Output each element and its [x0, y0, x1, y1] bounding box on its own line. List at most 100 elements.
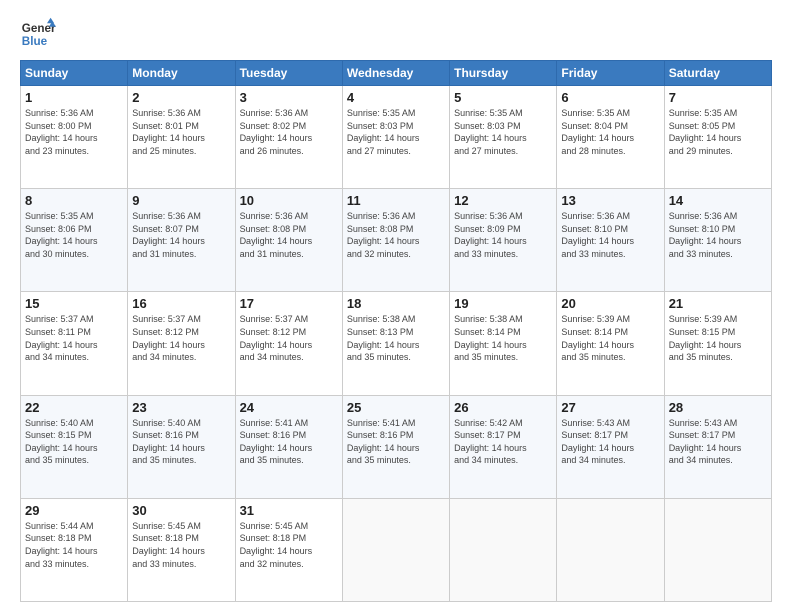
- day-cell: 28Sunrise: 5:43 AM Sunset: 8:17 PM Dayli…: [664, 395, 771, 498]
- day-cell: 18 Sunrise: 5:38 AM Sunset: 8:13 PM Dayli…: [342, 292, 449, 395]
- day-number: 13: [561, 193, 659, 208]
- day-info: Sunrise: 5:39 AM Sunset: 8:15 PM Dayligh…: [669, 313, 767, 363]
- day-cell: 15Sunrise: 5:37 AM Sunset: 8:11 PM Dayli…: [21, 292, 128, 395]
- day-number: 24: [240, 400, 338, 415]
- day-info: Sunrise: 5:45 AM Sunset: 8:18 PM Dayligh…: [132, 520, 230, 570]
- day-number: 17: [240, 296, 338, 311]
- day-number: 7: [669, 90, 767, 105]
- day-cell: 3 Sunrise: 5:36 AM Sunset: 8:02 PM Daylig…: [235, 86, 342, 189]
- day-cell: 14Sunrise: 5:36 AM Sunset: 8:10 PM Dayli…: [664, 189, 771, 292]
- day-info: Sunrise: 5:35 AM Sunset: 8:05 PM Dayligh…: [669, 107, 767, 157]
- day-info: Sunrise: 5:37 AM Sunset: 8:12 PM Dayligh…: [240, 313, 338, 363]
- day-info: Sunrise: 5:38 AM Sunset: 8:13 PM Dayligh…: [347, 313, 445, 363]
- day-number: 4: [347, 90, 445, 105]
- week-row-3: 15Sunrise: 5:37 AM Sunset: 8:11 PM Dayli…: [21, 292, 772, 395]
- day-number: 27: [561, 400, 659, 415]
- day-number: 23: [132, 400, 230, 415]
- week-row-1: 1 Sunrise: 5:36 AM Sunset: 8:00 PM Daylig…: [21, 86, 772, 189]
- header-cell-sunday: Sunday: [21, 61, 128, 86]
- day-number: 6: [561, 90, 659, 105]
- day-info: Sunrise: 5:39 AM Sunset: 8:14 PM Dayligh…: [561, 313, 659, 363]
- day-info: Sunrise: 5:41 AM Sunset: 8:16 PM Dayligh…: [240, 417, 338, 467]
- day-number: 28: [669, 400, 767, 415]
- day-info: Sunrise: 5:40 AM Sunset: 8:16 PM Dayligh…: [132, 417, 230, 467]
- day-info: Sunrise: 5:36 AM Sunset: 8:10 PM Dayligh…: [561, 210, 659, 260]
- day-info: Sunrise: 5:37 AM Sunset: 8:11 PM Dayligh…: [25, 313, 123, 363]
- day-number: 11: [347, 193, 445, 208]
- day-number: 22: [25, 400, 123, 415]
- day-info: Sunrise: 5:36 AM Sunset: 8:00 PM Dayligh…: [25, 107, 123, 157]
- day-info: Sunrise: 5:43 AM Sunset: 8:17 PM Dayligh…: [561, 417, 659, 467]
- day-cell: 19 Sunrise: 5:38 AM Sunset: 8:14 PM Dayli…: [450, 292, 557, 395]
- week-row-5: 29 Sunrise: 5:44 AM Sunset: 8:18 PM Dayli…: [21, 498, 772, 601]
- day-cell: 10 Sunrise: 5:36 AM Sunset: 8:08 PM Dayli…: [235, 189, 342, 292]
- day-info: Sunrise: 5:36 AM Sunset: 8:02 PM Dayligh…: [240, 107, 338, 157]
- day-cell: [450, 498, 557, 601]
- day-info: Sunrise: 5:38 AM Sunset: 8:14 PM Dayligh…: [454, 313, 552, 363]
- day-cell: 11Sunrise: 5:36 AM Sunset: 8:08 PM Dayli…: [342, 189, 449, 292]
- day-cell: 1 Sunrise: 5:36 AM Sunset: 8:00 PM Daylig…: [21, 86, 128, 189]
- day-cell: 31 Sunrise: 5:45 AM Sunset: 8:18 PM Dayli…: [235, 498, 342, 601]
- day-number: 9: [132, 193, 230, 208]
- day-cell: 8Sunrise: 5:35 AM Sunset: 8:06 PM Daylig…: [21, 189, 128, 292]
- day-cell: 6 Sunrise: 5:35 AM Sunset: 8:04 PM Daylig…: [557, 86, 664, 189]
- logo-icon: General Blue: [20, 16, 56, 52]
- day-number: 3: [240, 90, 338, 105]
- day-number: 1: [25, 90, 123, 105]
- day-info: Sunrise: 5:45 AM Sunset: 8:18 PM Dayligh…: [240, 520, 338, 570]
- day-info: Sunrise: 5:35 AM Sunset: 8:03 PM Dayligh…: [347, 107, 445, 157]
- calendar-header: SundayMondayTuesdayWednesdayThursdayFrid…: [21, 61, 772, 86]
- day-cell: 20 Sunrise: 5:39 AM Sunset: 8:14 PM Dayli…: [557, 292, 664, 395]
- day-info: Sunrise: 5:36 AM Sunset: 8:07 PM Dayligh…: [132, 210, 230, 260]
- day-number: 18: [347, 296, 445, 311]
- day-cell: [342, 498, 449, 601]
- day-cell: 2Sunrise: 5:36 AM Sunset: 8:01 PM Daylig…: [128, 86, 235, 189]
- header-row: SundayMondayTuesdayWednesdayThursdayFrid…: [21, 61, 772, 86]
- day-cell: 26 Sunrise: 5:42 AM Sunset: 8:17 PM Dayli…: [450, 395, 557, 498]
- day-number: 29: [25, 503, 123, 518]
- header-cell-saturday: Saturday: [664, 61, 771, 86]
- day-info: Sunrise: 5:41 AM Sunset: 8:16 PM Dayligh…: [347, 417, 445, 467]
- day-info: Sunrise: 5:44 AM Sunset: 8:18 PM Dayligh…: [25, 520, 123, 570]
- day-cell: [664, 498, 771, 601]
- day-info: Sunrise: 5:36 AM Sunset: 8:01 PM Dayligh…: [132, 107, 230, 157]
- day-number: 19: [454, 296, 552, 311]
- day-info: Sunrise: 5:36 AM Sunset: 8:09 PM Dayligh…: [454, 210, 552, 260]
- day-info: Sunrise: 5:35 AM Sunset: 8:04 PM Dayligh…: [561, 107, 659, 157]
- svg-text:Blue: Blue: [22, 35, 48, 48]
- day-number: 14: [669, 193, 767, 208]
- day-number: 10: [240, 193, 338, 208]
- week-row-4: 22 Sunrise: 5:40 AM Sunset: 8:15 PM Dayli…: [21, 395, 772, 498]
- day-info: Sunrise: 5:42 AM Sunset: 8:17 PM Dayligh…: [454, 417, 552, 467]
- day-number: 26: [454, 400, 552, 415]
- main-container: General Blue SundayMondayTuesdayWednesda…: [0, 0, 792, 612]
- day-cell: 25 Sunrise: 5:41 AM Sunset: 8:16 PM Dayli…: [342, 395, 449, 498]
- header-cell-tuesday: Tuesday: [235, 61, 342, 86]
- day-cell: 13 Sunrise: 5:36 AM Sunset: 8:10 PM Dayli…: [557, 189, 664, 292]
- logo: General Blue: [20, 16, 56, 52]
- calendar-body: 1 Sunrise: 5:36 AM Sunset: 8:00 PM Daylig…: [21, 86, 772, 602]
- day-cell: 24 Sunrise: 5:41 AM Sunset: 8:16 PM Dayli…: [235, 395, 342, 498]
- day-cell: 22 Sunrise: 5:40 AM Sunset: 8:15 PM Dayli…: [21, 395, 128, 498]
- header-cell-monday: Monday: [128, 61, 235, 86]
- day-number: 25: [347, 400, 445, 415]
- day-info: Sunrise: 5:36 AM Sunset: 8:08 PM Dayligh…: [240, 210, 338, 260]
- week-row-2: 8Sunrise: 5:35 AM Sunset: 8:06 PM Daylig…: [21, 189, 772, 292]
- day-cell: 29 Sunrise: 5:44 AM Sunset: 8:18 PM Dayli…: [21, 498, 128, 601]
- calendar-table: SundayMondayTuesdayWednesdayThursdayFrid…: [20, 60, 772, 602]
- day-number: 16: [132, 296, 230, 311]
- header-cell-friday: Friday: [557, 61, 664, 86]
- day-cell: 30 Sunrise: 5:45 AM Sunset: 8:18 PM Dayli…: [128, 498, 235, 601]
- day-cell: 12 Sunrise: 5:36 AM Sunset: 8:09 PM Dayli…: [450, 189, 557, 292]
- day-info: Sunrise: 5:40 AM Sunset: 8:15 PM Dayligh…: [25, 417, 123, 467]
- day-number: 20: [561, 296, 659, 311]
- day-number: 12: [454, 193, 552, 208]
- day-number: 8: [25, 193, 123, 208]
- day-cell: 7 Sunrise: 5:35 AM Sunset: 8:05 PM Daylig…: [664, 86, 771, 189]
- day-cell: 23 Sunrise: 5:40 AM Sunset: 8:16 PM Dayli…: [128, 395, 235, 498]
- day-number: 30: [132, 503, 230, 518]
- header-cell-wednesday: Wednesday: [342, 61, 449, 86]
- day-cell: 21Sunrise: 5:39 AM Sunset: 8:15 PM Dayli…: [664, 292, 771, 395]
- day-number: 31: [240, 503, 338, 518]
- day-info: Sunrise: 5:37 AM Sunset: 8:12 PM Dayligh…: [132, 313, 230, 363]
